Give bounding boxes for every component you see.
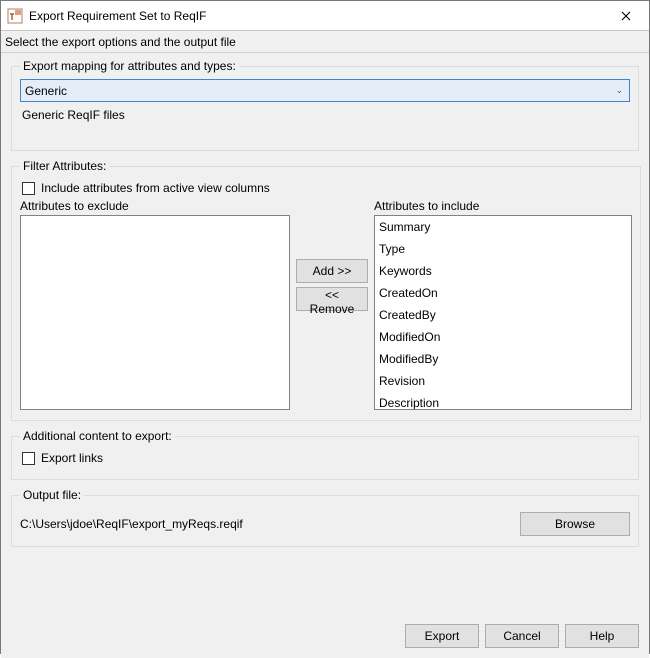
dialog-buttons: Export Cancel Help <box>405 624 639 648</box>
help-button[interactable]: Help <box>565 624 639 648</box>
remove-button[interactable]: << Remove <box>296 287 368 311</box>
mapping-selected: Generic <box>25 84 615 98</box>
attributes-include-list[interactable]: SummaryTypeKeywordsCreatedOnCreatedByMod… <box>374 215 632 410</box>
export-button[interactable]: Export <box>405 624 479 648</box>
filter-group: Filter Attributes: Include attributes fr… <box>11 159 641 421</box>
browse-button[interactable]: Browse <box>520 512 630 536</box>
list-item[interactable]: Revision <box>375 370 631 392</box>
mapping-dropdown[interactable]: Generic ⌄ <box>20 79 630 102</box>
chevron-down-icon: ⌄ <box>615 85 625 96</box>
output-legend: Output file: <box>20 488 84 502</box>
list-item[interactable]: ModifiedBy <box>375 348 631 370</box>
list-item[interactable]: Description <box>375 392 631 410</box>
additional-group: Additional content to export: Export lin… <box>11 429 639 480</box>
mapping-group: Export mapping for attributes and types:… <box>11 59 639 151</box>
exclude-column: Attributes to exclude <box>20 199 290 410</box>
filter-legend: Filter Attributes: <box>20 159 109 173</box>
titlebar: Export Requirement Set to ReqIF <box>1 1 649 31</box>
filter-body: Attributes to exclude Add >> << Remove A… <box>20 199 632 410</box>
include-label: Attributes to include <box>374 199 632 213</box>
output-path: C:\Users\jdoe\ReqIF\export_myReqs.reqif <box>20 515 520 533</box>
output-group: Output file: C:\Users\jdoe\ReqIF\export_… <box>11 488 639 547</box>
content-area: Export mapping for attributes and types:… <box>1 53 649 658</box>
exclude-label: Attributes to exclude <box>20 199 290 213</box>
transfer-buttons: Add >> << Remove <box>290 199 374 311</box>
include-column: Attributes to include SummaryTypeKeyword… <box>374 199 632 410</box>
include-active-view-label: Include attributes from active view colu… <box>41 181 270 195</box>
list-item[interactable]: ModifiedOn <box>375 326 631 348</box>
list-item[interactable]: CreatedOn <box>375 282 631 304</box>
add-button[interactable]: Add >> <box>296 259 368 283</box>
additional-legend: Additional content to export: <box>20 429 175 443</box>
output-row: C:\Users\jdoe\ReqIF\export_myReqs.reqif … <box>20 512 630 536</box>
attributes-exclude-list[interactable] <box>20 215 290 410</box>
list-item[interactable]: CreatedBy <box>375 304 631 326</box>
checkbox-icon <box>22 182 35 195</box>
include-active-view-checkbox[interactable]: Include attributes from active view colu… <box>22 181 632 195</box>
export-links-label: Export links <box>41 451 103 465</box>
export-links-checkbox[interactable]: Export links <box>22 451 630 465</box>
app-icon <box>7 8 23 24</box>
close-button[interactable] <box>603 1 649 31</box>
list-item[interactable]: Summary <box>375 216 631 238</box>
list-item[interactable]: Type <box>375 238 631 260</box>
cancel-button[interactable]: Cancel <box>485 624 559 648</box>
subtitle-bar: Select the export options and the output… <box>1 31 649 53</box>
mapping-legend: Export mapping for attributes and types: <box>20 59 239 73</box>
close-icon <box>621 11 631 21</box>
checkbox-icon <box>22 452 35 465</box>
list-item[interactable]: Keywords <box>375 260 631 282</box>
mapping-description: Generic ReqIF files <box>22 108 628 122</box>
window-title: Export Requirement Set to ReqIF <box>29 9 603 23</box>
